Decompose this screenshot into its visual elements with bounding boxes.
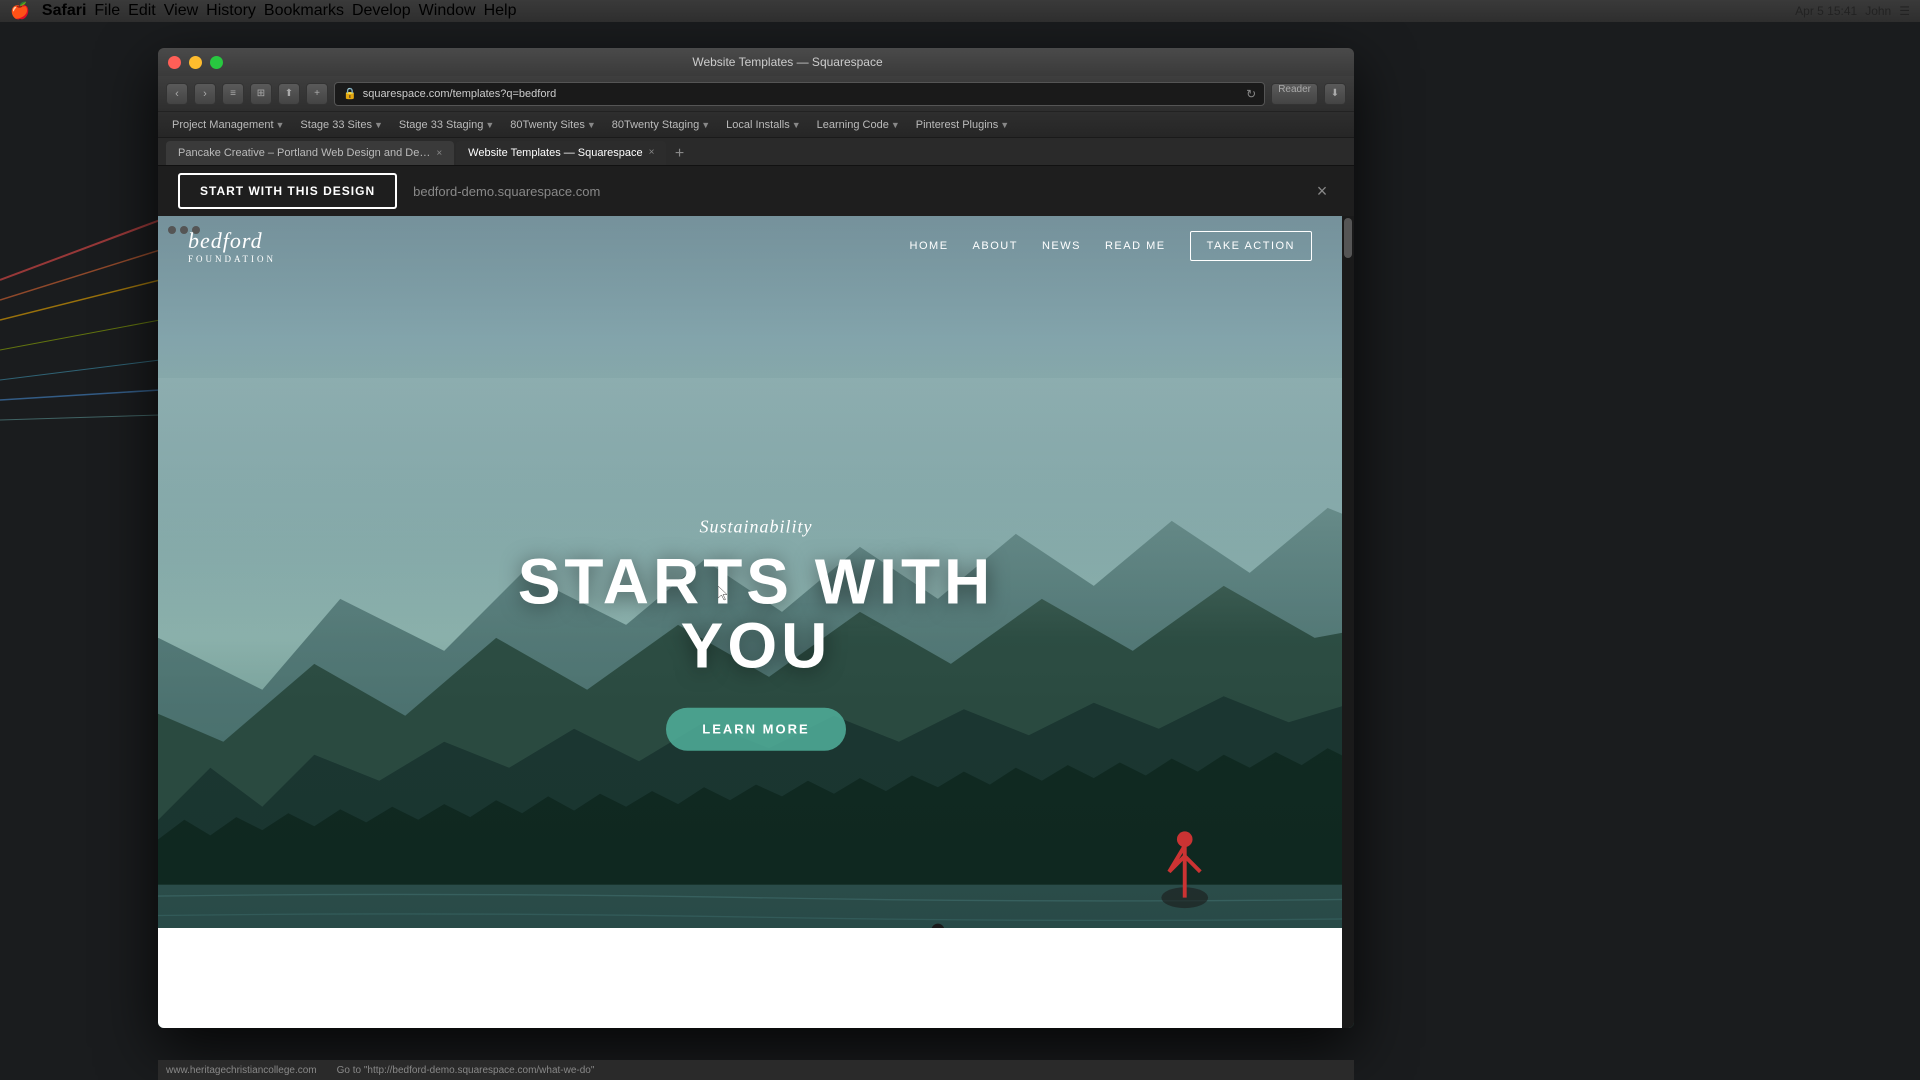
menu-safari[interactable]: Safari (38, 2, 90, 20)
learn-more-button[interactable]: LEARN MORE (666, 708, 845, 751)
tab-squarespace[interactable]: Website Templates — Squarespace × (456, 141, 666, 165)
nav-links: HOME ABOUT NEWS READ ME TAKE ACTION (910, 231, 1312, 261)
refresh-icon[interactable]: ↻ (1246, 87, 1256, 101)
menubar-right: Apr 5 15:41 John ☰ (1795, 4, 1910, 18)
address-bar[interactable]: 🔒 squarespace.com/templates?q=bedford ↻ (334, 82, 1265, 106)
nav-take-action[interactable]: TAKE ACTION (1190, 231, 1312, 261)
close-preview-button[interactable]: × (1310, 179, 1334, 203)
tab-pancake[interactable]: Pancake Creative – Portland Web Design a… (166, 141, 454, 165)
bookmark-label: Stage 33 Staging (399, 119, 483, 131)
close-window-button[interactable] (168, 56, 181, 69)
hero-content: Sustainability STARTS WITH YOU LEARN MOR… (457, 517, 1055, 751)
bookmark-pinterest-plugins[interactable]: Pinterest Plugins ▼ (910, 117, 1015, 133)
add-bookmark-button[interactable]: + (306, 83, 328, 105)
maximize-window-button[interactable] (210, 56, 223, 69)
bookmark-dropdown-icon: ▼ (587, 120, 596, 130)
menu-edit[interactable]: Edit (124, 2, 160, 20)
menu-file[interactable]: File (90, 2, 124, 20)
scrollbar-thumb[interactable] (1344, 218, 1352, 258)
bedford-hero: bedford FOUNDATION HOME ABOUT NEWS READ … (158, 216, 1354, 1028)
browser-toolbar: ‹ › ≡ ⊞ ⬆ + 🔒 squarespace.com/templates?… (158, 76, 1354, 112)
bookmark-label: 80Twenty Sites (510, 119, 585, 131)
reader-button[interactable]: Reader (1271, 83, 1318, 105)
bookmark-label: Stage 33 Sites (300, 119, 372, 131)
ss-topbar: START WITH THIS DESIGN bedford-demo.squa… (158, 166, 1354, 216)
bookmark-label: Local Installs (726, 119, 790, 131)
tab-close-button[interactable]: × (436, 148, 442, 159)
show-sidebar-button[interactable]: ≡ (222, 83, 244, 105)
bookmark-dropdown-icon: ▼ (276, 120, 285, 130)
browser-window: Website Templates — Squarespace ‹ › ≡ ⊞ … (158, 48, 1354, 1028)
bookmark-dropdown-icon: ▼ (891, 120, 900, 130)
show-tabs-button[interactable]: ⊞ (250, 83, 272, 105)
bookmark-dropdown-icon: ▼ (1000, 120, 1009, 130)
bookmark-project-mgmt[interactable]: Project Management ▼ (166, 117, 290, 133)
bookmark-label: 80Twenty Staging (612, 119, 699, 131)
bookmark-local-installs[interactable]: Local Installs ▼ (720, 117, 807, 133)
start-design-button[interactable]: START WITH THIS DESIGN (178, 173, 397, 209)
menubar-user: John (1865, 4, 1891, 18)
status-bar: www.heritagechristiancollege.com Go to "… (158, 1060, 1354, 1080)
menubar-icon-notch: ☰ (1899, 4, 1910, 18)
nav-news[interactable]: NEWS (1042, 240, 1081, 252)
back-button[interactable]: ‹ (166, 83, 188, 105)
logo-main: bedford (188, 228, 263, 253)
url-text: squarespace.com/templates?q=bedford (363, 88, 557, 100)
new-tab-button[interactable]: + (668, 143, 690, 165)
bedford-logo: bedford FOUNDATION (188, 228, 276, 264)
squarespace-overlay: START WITH THIS DESIGN bedford-demo.squa… (158, 166, 1354, 1028)
menu-help[interactable]: Help (480, 2, 521, 20)
logo-sub: FOUNDATION (188, 254, 276, 264)
bookmark-80twenty-staging[interactable]: 80Twenty Staging ▼ (606, 117, 716, 133)
status-site: www.heritagechristiancollege.com (166, 1065, 317, 1076)
lock-icon: 🔒 (343, 87, 357, 100)
forward-button[interactable]: › (194, 83, 216, 105)
bookmark-label: Project Management (172, 119, 274, 131)
bedford-preview[interactable]: bedford FOUNDATION HOME ABOUT NEWS READ … (158, 216, 1354, 1028)
nav-read-me[interactable]: READ ME (1105, 240, 1166, 252)
bookmark-stage33-staging[interactable]: Stage 33 Staging ▼ (393, 117, 500, 133)
bookmark-dropdown-icon: ▼ (701, 120, 710, 130)
menu-history[interactable]: History (202, 2, 260, 20)
bookmark-label: Pinterest Plugins (916, 119, 999, 131)
title-bar: Website Templates — Squarespace (158, 48, 1354, 76)
menu-develop[interactable]: Develop (348, 2, 415, 20)
status-url: Go to "http://bedford-demo.squarespace.c… (337, 1065, 595, 1076)
bookmarks-bar: Project Management ▼ Stage 33 Sites ▼ St… (158, 112, 1354, 138)
tab-bar: Pancake Creative – Portland Web Design a… (158, 138, 1354, 166)
demo-url: bedford-demo.squarespace.com (413, 184, 600, 199)
menubar-time: Apr 5 15:41 (1795, 4, 1857, 18)
scrollbar[interactable] (1342, 216, 1354, 1028)
apple-menu[interactable]: 🍎 (10, 1, 30, 21)
bookmark-learning-code[interactable]: Learning Code ▼ (811, 117, 906, 133)
window-title: Website Templates — Squarespace (231, 55, 1344, 69)
menubar: 🍎 Safari File Edit View History Bookmark… (0, 0, 1920, 22)
hero-subtitle: Sustainability (457, 517, 1055, 538)
tab-label: Website Templates — Squarespace (468, 147, 642, 159)
white-section (158, 928, 1342, 1028)
menu-window[interactable]: Window (415, 2, 480, 20)
minimize-window-button[interactable] (189, 56, 202, 69)
desktop-decoration (0, 200, 160, 600)
menu-bookmarks[interactable]: Bookmarks (260, 2, 348, 20)
hero-title: STARTS WITH YOU (457, 550, 1055, 678)
bookmark-dropdown-icon: ▼ (374, 120, 383, 130)
tab-label: Pancake Creative – Portland Web Design a… (178, 147, 430, 159)
download-button[interactable]: ⬇ (1324, 83, 1346, 105)
bookmark-80twenty-sites[interactable]: 80Twenty Sites ▼ (504, 117, 602, 133)
bedford-nav: bedford FOUNDATION HOME ABOUT NEWS READ … (158, 216, 1342, 276)
menu-view[interactable]: View (160, 2, 202, 20)
bookmark-label: Learning Code (817, 119, 889, 131)
bookmark-dropdown-icon: ▼ (792, 120, 801, 130)
tab-close-active-button[interactable]: × (649, 147, 655, 158)
bookmark-dropdown-icon: ▼ (485, 120, 494, 130)
nav-about[interactable]: ABOUT (973, 240, 1018, 252)
nav-home[interactable]: HOME (910, 240, 949, 252)
bookmark-stage33-sites[interactable]: Stage 33 Sites ▼ (294, 117, 388, 133)
share-button[interactable]: ⬆ (278, 83, 300, 105)
mouse-cursor (718, 586, 734, 602)
